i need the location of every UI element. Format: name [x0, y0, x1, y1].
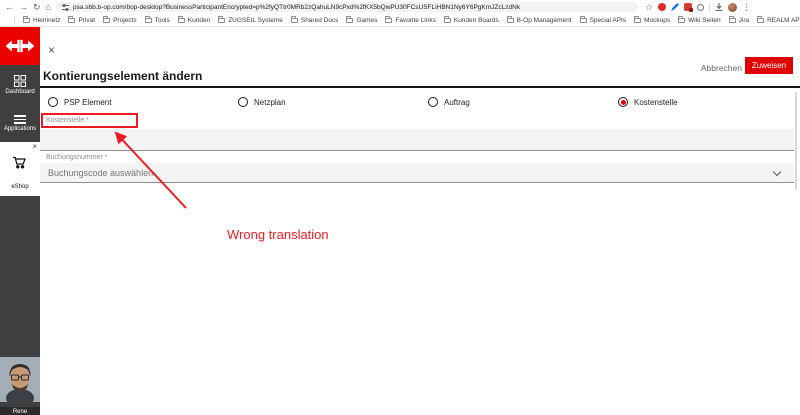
folder-icon — [178, 18, 185, 23]
url-text: psa.sbb.b-op.com/bop-desktop?BusinessPar… — [73, 4, 520, 11]
pen-extension-icon[interactable] — [671, 3, 679, 11]
bookmarks-bar: Heimnetz Privat Projects Tools Kunden ZU… — [0, 14, 800, 27]
profile-avatar-icon[interactable] — [728, 3, 737, 12]
bookmark-folder-kunden-boards[interactable]: Kunden Boards — [444, 17, 499, 24]
home-icon[interactable]: ⌂ — [46, 3, 51, 12]
sidebar-item-applications[interactable]: Applications — [0, 115, 40, 132]
bookmark-folder-zugseil[interactable]: ZUGSEIL Systeme — [218, 17, 283, 24]
kostenstelle-input[interactable] — [40, 129, 794, 150]
dialog-scrollbar[interactable] — [795, 92, 797, 190]
folder-icon — [103, 18, 110, 23]
annotation-text: Wrong translation — [227, 227, 329, 242]
buchungscode-select[interactable]: Buchungscode auswählen — [40, 163, 794, 183]
folder-icon — [678, 18, 685, 23]
screenshot-root: ← → ↻ ⌂ psa.sbb.b-op.com/bop-desktop?Bus… — [0, 0, 800, 415]
sidebar-item-label: Applications — [4, 126, 36, 132]
radio-circle-icon — [428, 97, 438, 107]
eshop-close-icon[interactable]: × — [32, 143, 37, 151]
title-divider — [40, 86, 800, 88]
sidebar-item-dashboard[interactable]: Dashboard — [0, 75, 40, 95]
user-profile[interactable]: Rene — [0, 357, 40, 415]
radio-circle-selected-icon — [618, 97, 628, 107]
folder-icon — [68, 18, 75, 23]
folder-icon — [634, 18, 641, 23]
reload-icon[interactable]: ↻ — [33, 3, 41, 12]
bookmark-folder-favorite-links[interactable]: Favorite Links — [385, 17, 435, 24]
bookmark-folder-heimnetz[interactable]: Heimnetz — [23, 17, 60, 24]
cart-icon — [12, 156, 27, 169]
app-sidebar: Dashboard Applications × eShop Rene — [0, 27, 40, 415]
bookmark-folder-privat[interactable]: Privat — [68, 17, 95, 24]
bookmarks-divider — [14, 16, 15, 25]
folder-icon — [507, 18, 514, 23]
bookmark-folder-realm-apps[interactable]: REALM APPS — [757, 17, 800, 24]
folder-icon — [23, 18, 30, 23]
radio-kostenstelle[interactable]: Kostenstelle — [618, 97, 678, 107]
folder-icon — [444, 18, 451, 23]
user-avatar-photo — [0, 357, 40, 402]
submit-button[interactable]: Zuweisen — [745, 57, 793, 74]
sbb-double-arrow-icon — [5, 37, 35, 55]
bookmark-folder-bop-management[interactable]: B-Op Management — [507, 17, 572, 24]
bookmark-folder-games[interactable]: Games — [346, 17, 377, 24]
forward-icon[interactable]: → — [19, 3, 28, 12]
browser-menu-icon[interactable]: ⋮ — [742, 3, 751, 12]
browser-toolbar: ← → ↻ ⌂ psa.sbb.b-op.com/bop-desktop?Bus… — [0, 0, 800, 14]
radio-auftrag[interactable]: Auftrag — [428, 97, 470, 107]
back-icon[interactable]: ← — [5, 3, 14, 12]
applications-menu-icon — [14, 115, 26, 124]
account-type-radio-group: PSP Element Netzplan Auftrag Kostenstell… — [40, 97, 800, 113]
bookmark-folder-tools[interactable]: Tools — [145, 17, 170, 24]
bookmark-folder-shared-docs[interactable]: Shared Docs — [291, 17, 339, 24]
user-name-label: Rene — [0, 407, 40, 415]
folder-icon — [346, 18, 353, 23]
radio-psp-element[interactable]: PSP Element — [48, 97, 111, 107]
radio-netzplan[interactable]: Netzplan — [238, 97, 286, 107]
bookmark-folder-projects[interactable]: Projects — [103, 17, 136, 24]
bookmark-folder-special-apis[interactable]: Special APIs — [580, 17, 627, 24]
sbb-logo[interactable] — [0, 27, 40, 65]
bookmark-folder-jira[interactable]: Jira — [729, 17, 749, 24]
toolbar-divider — [709, 3, 710, 12]
folder-icon — [580, 18, 587, 23]
buchungsnummer-field-label: Buchungsnummer * — [46, 154, 107, 161]
sidebar-item-eshop-active[interactable]: × eShop — [0, 142, 40, 196]
ring-extension-icon[interactable] — [697, 4, 704, 11]
bookmark-star-icon[interactable]: ☆ — [645, 3, 653, 12]
sidebar-item-label: Dashboard — [5, 89, 34, 95]
dialog-title: Kontierungselement ändern — [43, 69, 202, 83]
dashboard-icon — [14, 75, 26, 87]
folder-icon — [291, 18, 298, 23]
kostenstelle-input-field[interactable] — [40, 129, 794, 151]
cancel-button[interactable]: Abbrechen — [701, 63, 742, 73]
bookmark-folder-kunden[interactable]: Kunden — [178, 17, 210, 24]
folder-icon — [757, 18, 764, 23]
chevron-down-icon — [773, 168, 781, 176]
kontierungselement-dialog: × Kontierungselement ändern Abbrechen Zu… — [40, 27, 800, 415]
buchungscode-placeholder: Buchungscode auswählen — [48, 168, 153, 178]
folder-icon — [729, 18, 736, 23]
folder-icon — [218, 18, 225, 23]
red-extension-icon[interactable] — [658, 3, 666, 11]
folder-icon — [385, 18, 392, 23]
dialog-close-icon[interactable]: × — [48, 44, 55, 56]
sidebar-item-label: eShop — [0, 184, 40, 190]
download-icon[interactable] — [715, 3, 723, 11]
kostenstelle-field-label: Kostenstelle * — [46, 117, 89, 124]
address-bar[interactable]: psa.sbb.b-op.com/bop-desktop?BusinessPar… — [56, 2, 638, 12]
site-info-icon[interactable] — [62, 4, 69, 11]
radio-circle-icon — [48, 97, 58, 107]
bookmark-folder-mockups[interactable]: Mockups — [634, 17, 670, 24]
folder-icon — [145, 18, 152, 23]
radio-circle-icon — [238, 97, 248, 107]
bookmark-folder-wiki-seiten[interactable]: Wiki Seiten — [678, 17, 721, 24]
badge-extension-icon[interactable] — [684, 3, 692, 11]
